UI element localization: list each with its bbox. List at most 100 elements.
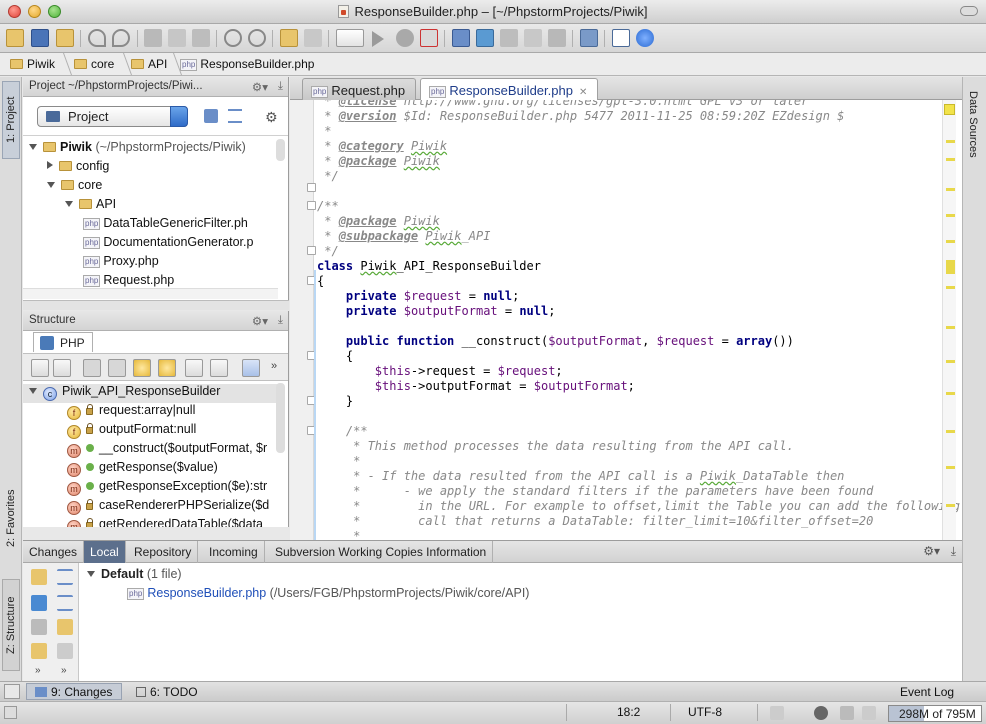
tab-php[interactable]: PHP — [33, 332, 93, 352]
more-icon[interactable]: » — [35, 665, 41, 676]
breadcrumb-item-file[interactable]: php ResponseBuilder.php — [180, 57, 314, 71]
replace-icon[interactable] — [248, 29, 266, 47]
gear-icon[interactable]: ⚙ — [265, 109, 278, 126]
settings-icon[interactable] — [580, 29, 598, 47]
refresh-icon[interactable] — [31, 569, 47, 585]
show-fields-icon[interactable] — [83, 359, 101, 377]
forward-icon[interactable] — [304, 29, 322, 47]
find-icon[interactable] — [224, 29, 242, 47]
tab-request-php[interactable]: php Request.php — [302, 78, 417, 100]
tab-repository[interactable]: Repository — [128, 541, 199, 563]
hide-panel-icon[interactable]: ⤓ — [278, 314, 283, 327]
tree-item[interactable]: php Request.php — [83, 273, 174, 287]
vcs-update-icon[interactable] — [452, 29, 470, 47]
vcs-history-icon[interactable] — [524, 29, 542, 47]
structure-member-row[interactable]: m getResponse($value) — [23, 460, 278, 479]
close-icon[interactable]: ✕ — [579, 87, 587, 98]
toggle-tool-windows-icon[interactable] — [4, 684, 20, 699]
run-icon[interactable] — [372, 31, 384, 47]
error-stripe[interactable] — [942, 100, 956, 540]
breadcrumb-item-piwik[interactable]: Piwik — [10, 57, 55, 71]
tool-tab-project[interactable]: 1: Project — [2, 81, 20, 159]
tree-item[interactable]: php DataTableGenericFilter.ph — [83, 216, 248, 230]
tree-item[interactable]: core — [47, 178, 102, 192]
tool-tab-structure[interactable]: Z: Structure — [2, 579, 20, 671]
chevron-down-icon[interactable] — [29, 388, 37, 394]
undo-icon[interactable] — [88, 29, 106, 47]
cut-icon[interactable] — [144, 29, 162, 47]
gear-icon[interactable]: ⚙▾ — [252, 80, 268, 94]
structure-class-row[interactable]: c Piwik_API_ResponseBuilder — [23, 384, 278, 403]
fold-icon[interactable] — [307, 201, 316, 210]
hide-panel-icon[interactable]: ⤓ — [951, 544, 956, 559]
hide-panel-icon[interactable]: ⤓ — [278, 80, 283, 93]
scrollbar[interactable] — [276, 139, 285, 161]
show-diff-icon[interactable] — [57, 643, 73, 659]
tab-responsebuilder-php[interactable]: php ResponseBuilder.php ✕ — [420, 78, 599, 100]
sort-alphabetically-icon[interactable] — [53, 359, 71, 377]
horizontal-scrollbar[interactable] — [23, 288, 278, 299]
tool-tab-event-log[interactable]: Event Log — [900, 685, 954, 699]
collapse-all-icon[interactable] — [57, 595, 73, 611]
open-folder-icon[interactable] — [6, 29, 24, 47]
copy-icon[interactable] — [168, 29, 186, 47]
scroll-from-source-icon[interactable] — [204, 109, 218, 123]
back-icon[interactable] — [280, 29, 298, 47]
tree-item[interactable]: php Proxy.php — [83, 254, 159, 268]
collapse-all-icon[interactable] — [210, 359, 228, 377]
tab-local[interactable]: Local — [84, 541, 126, 563]
show-inherited-icon[interactable] — [31, 359, 49, 377]
gear-icon[interactable]: ⚙▾ — [923, 544, 940, 558]
tree-item[interactable]: API — [65, 197, 116, 211]
inspector-icon[interactable] — [814, 706, 828, 720]
more-icon[interactable]: » — [61, 665, 67, 676]
structure-member-row[interactable]: f outputFormat:null — [23, 422, 278, 441]
toolbar-toggle-button[interactable] — [960, 6, 978, 16]
more-icon[interactable]: » — [271, 360, 277, 372]
listen-debug-icon[interactable] — [420, 29, 438, 47]
status-message-icon[interactable] — [4, 706, 17, 719]
debug-icon[interactable] — [396, 29, 414, 47]
new-changelist-icon[interactable] — [31, 643, 47, 659]
tool-tab-data-sources[interactable]: Data Sources — [967, 91, 979, 158]
expand-all-icon[interactable] — [185, 359, 203, 377]
vcs-compare-icon[interactable] — [500, 29, 518, 47]
structure-member-row[interactable]: f request:array|null — [23, 403, 278, 422]
group-by-folder-icon[interactable] — [57, 619, 73, 635]
tool-tab-todo[interactable]: 6: TODO — [136, 685, 198, 699]
breadcrumb-item-api[interactable]: API — [131, 57, 167, 71]
structure-member-row[interactable]: m __construct($outputFormat, $r — [23, 441, 278, 460]
chevron-right-icon[interactable] — [47, 161, 53, 169]
autoscroll-icon[interactable] — [242, 359, 260, 377]
tree-item[interactable]: php DocumentationGenerator.p — [83, 235, 253, 249]
highlighting-level-icon[interactable] — [840, 706, 854, 720]
rollback-icon[interactable] — [31, 619, 47, 635]
collapse-all-icon[interactable] — [228, 109, 242, 123]
memory-indicator[interactable]: 298M of 795M — [888, 705, 982, 722]
show-constants-icon[interactable] — [133, 359, 151, 377]
show-methods-icon[interactable] — [108, 359, 126, 377]
tree-item[interactable]: config — [47, 159, 109, 173]
structure-member-row[interactable]: m getRenderedDataTable($data — [23, 517, 278, 527]
gear-icon[interactable]: ⚙▾ — [252, 314, 268, 328]
chevron-down-icon[interactable] — [47, 182, 55, 188]
tab-svn-working-copies[interactable]: Subversion Working Copies Information — [269, 541, 494, 563]
save-all-icon[interactable] — [31, 29, 49, 47]
terminal-icon[interactable] — [612, 29, 630, 47]
redo-icon[interactable] — [112, 29, 130, 47]
show-includes-icon[interactable] — [158, 359, 176, 377]
scrollbar[interactable] — [276, 383, 285, 453]
event-icon[interactable] — [862, 706, 876, 720]
tool-tab-favorites[interactable]: 2: Favorites — [2, 477, 20, 559]
breadcrumb-item-core[interactable]: core — [74, 57, 114, 71]
structure-member-row[interactable]: m caseRendererPHPSerialize($d — [23, 498, 278, 517]
inspection-status-icon[interactable] — [944, 104, 955, 115]
fold-icon[interactable] — [307, 183, 316, 192]
chevron-down-icon[interactable] — [29, 144, 37, 150]
run-config-dropdown[interactable] — [336, 29, 364, 47]
vcs-commit-icon[interactable] — [476, 29, 494, 47]
vcs-revert-icon[interactable] — [548, 29, 566, 47]
chevron-down-icon[interactable] — [170, 106, 188, 127]
file-encoding[interactable]: UTF-8 — [688, 705, 722, 719]
fold-icon[interactable] — [307, 246, 316, 255]
